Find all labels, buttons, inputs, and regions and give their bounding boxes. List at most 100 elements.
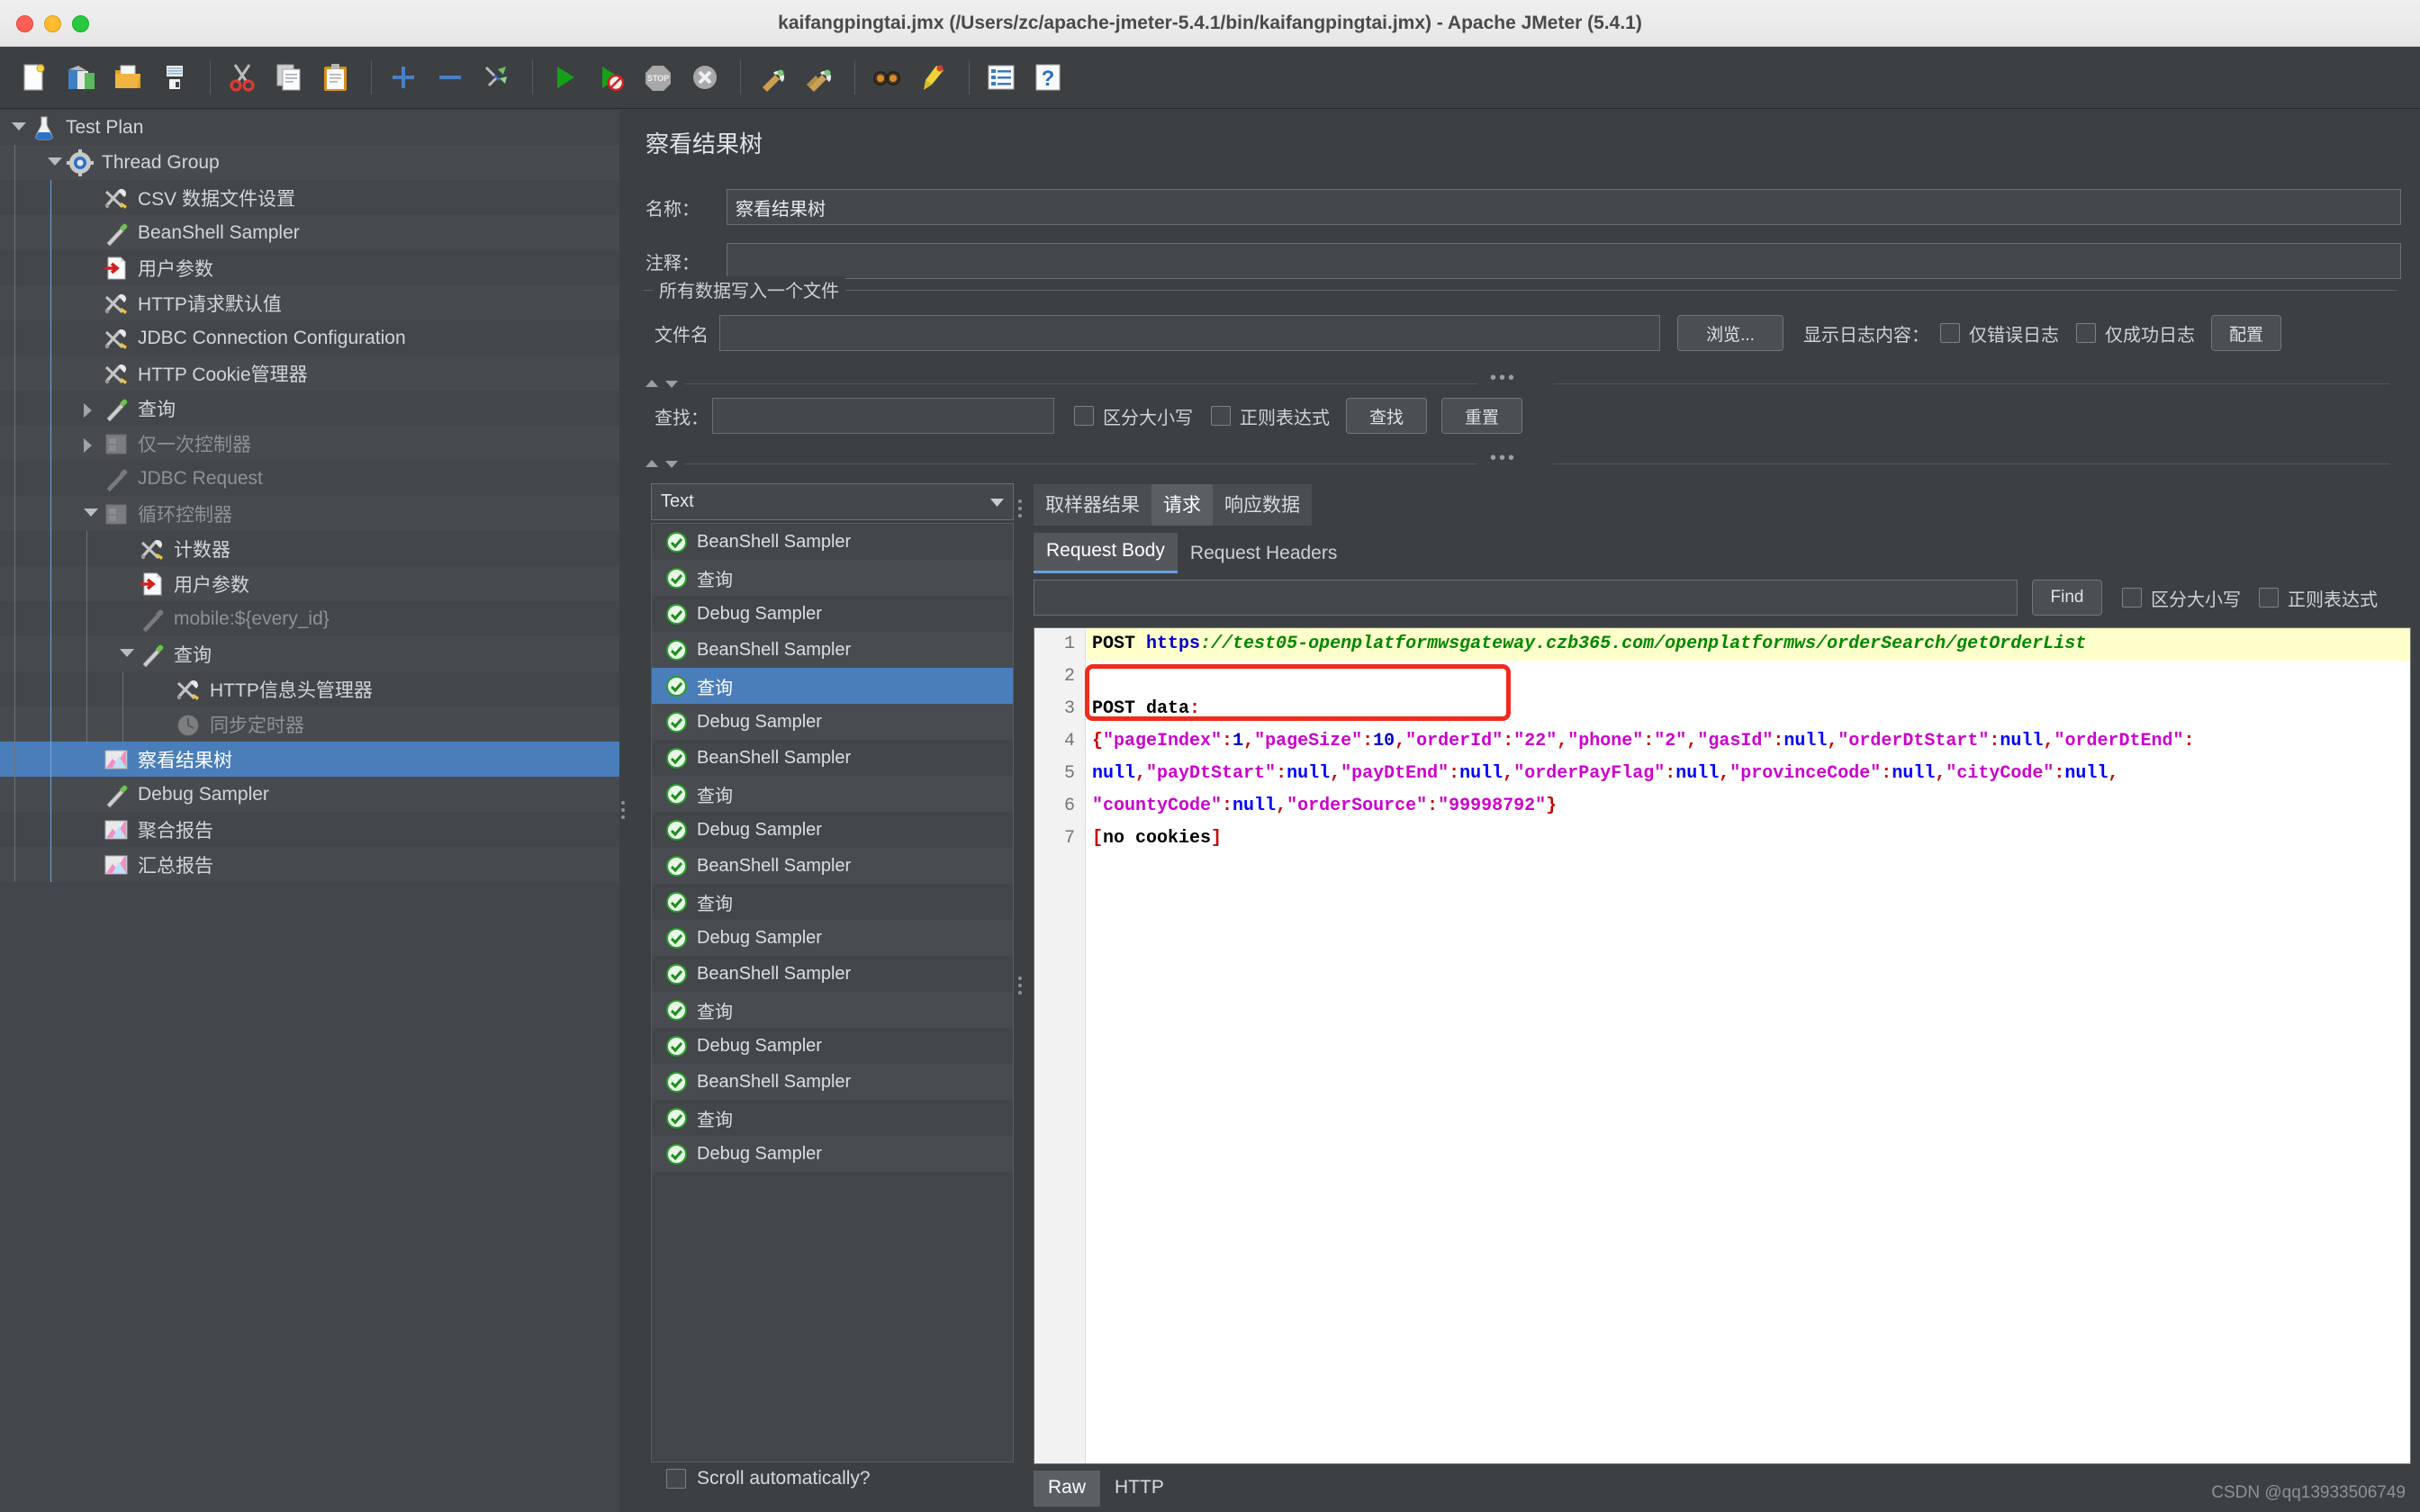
request-subtab-0[interactable]: Request Body (1034, 533, 1178, 573)
tree-item-20[interactable]: 聚合报告 (0, 812, 619, 847)
tree-toggle-collapsed-icon[interactable] (79, 426, 103, 461)
paste-icon[interactable] (314, 57, 357, 99)
result-list-item[interactable]: BeanShell Sampler (652, 1064, 1013, 1100)
tree-item-6[interactable]: JDBC Connection Configuration (0, 320, 619, 356)
result-list-item[interactable]: Debug Sampler (652, 704, 1013, 740)
divider-grip[interactable]: ••• (1490, 368, 1517, 389)
detail-regex-checkbox[interactable] (2259, 588, 2279, 608)
close-window-button[interactable] (16, 15, 33, 32)
tree-toggle-collapsed-icon[interactable] (79, 391, 103, 426)
result-list-item[interactable]: Debug Sampler (652, 1136, 1013, 1172)
clear-all-icon[interactable] (798, 57, 840, 99)
tree-toggle-expanded-icon[interactable] (43, 145, 67, 180)
result-detail-tabs[interactable]: 取样器结果 请求 响应数据 (1034, 484, 1312, 526)
tree-item-21[interactable]: 汇总报告 (0, 847, 619, 882)
request-body-viewer[interactable]: 1 2 3 4 5 6 7 POST https://test05-openplatform… (1034, 627, 2411, 1464)
collapse-divider-top[interactable]: ••• (644, 368, 2397, 392)
tree-item-3[interactable]: BeanShell Sampler (0, 215, 619, 250)
result-list-item[interactable]: BeanShell Sampler (652, 740, 1013, 776)
collapse-down-arrow-icon[interactable] (665, 381, 678, 388)
tree-item-11[interactable]: 循环控制器 (0, 496, 619, 531)
start-icon[interactable] (543, 57, 585, 99)
tree-item-5[interactable]: HTTP请求默认值 (0, 285, 619, 320)
toggle-icon[interactable] (475, 57, 518, 99)
comment-input[interactable] (727, 243, 2401, 279)
result-list-item[interactable]: 查询 (652, 1100, 1013, 1136)
tree-toggle-expanded-icon[interactable] (79, 496, 103, 531)
tree-item-10[interactable]: JDBC Request (0, 461, 619, 496)
open-icon[interactable] (106, 57, 149, 99)
search-input[interactable] (712, 398, 1054, 434)
stop-icon[interactable]: STOP (637, 57, 679, 99)
tree-item-8[interactable]: 查询 (0, 391, 619, 426)
tree-item-0[interactable]: Test Plan (0, 110, 619, 145)
tree-toggle-expanded-icon[interactable] (115, 636, 139, 671)
reset-button[interactable]: 重置 (1441, 398, 1522, 434)
errors-only-checkbox[interactable] (1940, 323, 1960, 343)
result-list-item[interactable]: BeanShell Sampler (652, 848, 1013, 884)
main-toolbar[interactable]: STOP ? (0, 47, 2420, 109)
detail-find-button[interactable]: Find (2032, 580, 2102, 616)
detail-case-sensitive-checkbox[interactable] (2122, 588, 2142, 608)
result-list-item[interactable]: 查询 (652, 668, 1013, 704)
detail-find-input[interactable] (1034, 580, 2018, 616)
bottom-tab-1[interactable]: HTTP (1100, 1471, 1178, 1507)
result-list-item[interactable]: Debug Sampler (652, 1028, 1013, 1064)
tree-item-4[interactable]: 用户参数 (0, 250, 619, 285)
divider-grip-2[interactable]: ••• (1490, 448, 1517, 469)
detail-tab-0[interactable]: 取样器结果 (1034, 484, 1151, 526)
success-only-checkbox[interactable] (2076, 323, 2096, 343)
detail-tab-1[interactable]: 请求 (1151, 484, 1213, 526)
save-icon[interactable] (153, 57, 195, 99)
bottom-tab-0[interactable]: Raw (1034, 1471, 1101, 1507)
name-input[interactable]: 察看结果树 (727, 189, 2401, 225)
sampler-result-list[interactable]: BeanShell Sampler 查询 Debug Sampler BeanShel… (651, 523, 1014, 1462)
configure-button[interactable]: 配置 (2211, 315, 2281, 351)
shutdown-icon[interactable] (683, 57, 726, 99)
maximize-window-button[interactable] (72, 15, 89, 32)
cut-icon[interactable] (221, 57, 263, 99)
result-list-item[interactable]: Debug Sampler (652, 596, 1013, 632)
renderer-select[interactable]: Text (651, 483, 1014, 520)
function-helper-icon[interactable] (980, 57, 1022, 99)
raw-http-tabs[interactable]: Raw HTTP (1034, 1471, 1178, 1507)
test-plan-tree[interactable]: Test Plan Thread Group CSV 数据文件设置 BeanShell… (0, 110, 619, 1512)
collapse-all-icon[interactable] (429, 57, 471, 99)
result-list-item[interactable]: BeanShell Sampler (652, 632, 1013, 668)
result-list-item[interactable]: BeanShell Sampler (652, 524, 1013, 560)
result-list-item[interactable]: 查询 (652, 884, 1013, 920)
tree-item-17[interactable]: 同步定时器 (0, 706, 619, 742)
expand-all-icon[interactable] (382, 57, 424, 99)
tree-item-2[interactable]: CSV 数据文件设置 (0, 180, 619, 215)
tree-item-19[interactable]: Debug Sampler (0, 777, 619, 812)
find-button[interactable]: 查找 (1346, 398, 1427, 434)
search-icon[interactable] (865, 57, 908, 99)
list-resize-grip[interactable] (1016, 968, 1023, 1004)
tree-item-18[interactable]: 察看结果树 (0, 742, 619, 777)
result-list-item[interactable]: Debug Sampler (652, 920, 1013, 956)
collapse-up-arrow-icon-2[interactable] (646, 460, 658, 467)
chevron-down-icon[interactable] (990, 491, 1004, 512)
templates-icon[interactable] (59, 57, 102, 99)
tree-item-1[interactable]: Thread Group (0, 145, 619, 180)
scroll-automatically-checkbox[interactable] (666, 1469, 686, 1489)
tree-item-15[interactable]: 查询 (0, 636, 619, 671)
result-list-item[interactable]: 查询 (652, 992, 1013, 1028)
window-controls[interactable] (16, 15, 89, 32)
tree-resize-grip[interactable] (619, 792, 626, 828)
case-sensitive-checkbox[interactable] (1074, 406, 1094, 426)
result-list-item[interactable]: 查询 (652, 776, 1013, 812)
tree-item-13[interactable]: 用户参数 (0, 566, 619, 601)
tree-item-14[interactable]: mobile:${every_id} (0, 601, 619, 636)
browse-button[interactable]: 浏览... (1677, 315, 1783, 351)
scroll-automatically-row[interactable]: Scroll automatically? (666, 1468, 871, 1490)
collapse-down-arrow-icon-2[interactable] (665, 461, 678, 468)
tree-item-12[interactable]: 计数器 (0, 531, 619, 566)
request-subtabs[interactable]: Request Body Request Headers (1034, 533, 1350, 573)
tree-item-7[interactable]: HTTP Cookie管理器 (0, 356, 619, 391)
result-list-item[interactable]: 查询 (652, 560, 1013, 596)
list-collapse-grip[interactable] (1016, 490, 1023, 526)
result-list-item[interactable]: BeanShell Sampler (652, 956, 1013, 992)
request-subtab-1[interactable]: Request Headers (1178, 536, 1350, 573)
copy-icon[interactable] (267, 57, 310, 99)
